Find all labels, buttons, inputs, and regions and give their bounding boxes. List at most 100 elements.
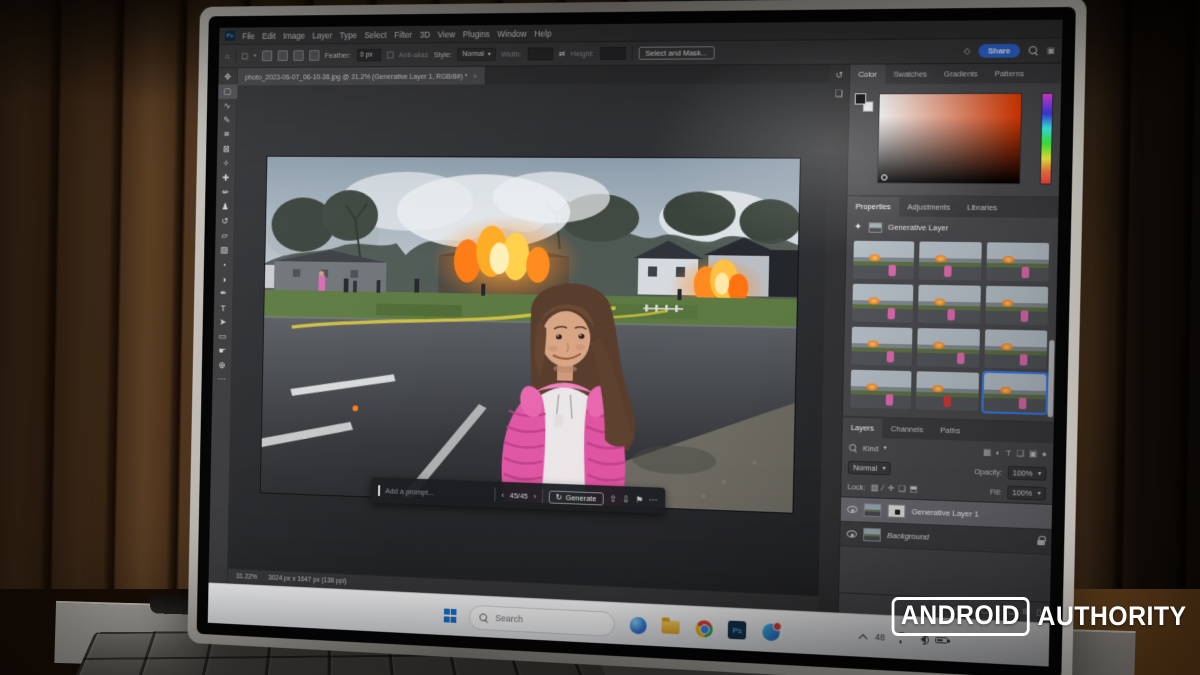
new-selection-icon[interactable] — [262, 50, 272, 61]
intersect-selection-icon[interactable] — [309, 50, 319, 61]
edge-icon[interactable] — [761, 621, 782, 642]
layer-filter-icon[interactable]: ● — [1042, 449, 1047, 459]
canvas-area[interactable]: Add a prompt... ‹ 45/45 › ↻ Generate — [228, 83, 829, 595]
panel-tab[interactable]: Color — [850, 64, 885, 84]
tool-icon[interactable]: T — [213, 300, 232, 315]
tool-icon[interactable]: ✏ — [216, 185, 235, 200]
menu-item[interactable]: Filter — [394, 29, 412, 39]
variation-thumbnail[interactable] — [919, 241, 981, 280]
lock-icon[interactable]: ▨ — [871, 483, 879, 492]
menu-item[interactable]: Type — [340, 30, 357, 40]
windows-start-icon[interactable] — [444, 609, 457, 623]
menu-item[interactable]: File — [242, 31, 255, 41]
lock-icon[interactable]: ❑ — [898, 484, 905, 494]
menu-item[interactable]: Window — [497, 28, 526, 38]
tool-icon[interactable]: ☛ — [213, 344, 232, 359]
variation-thumbnail[interactable] — [851, 327, 913, 366]
visibility-eye-icon[interactable] — [847, 530, 858, 538]
chrome-icon[interactable] — [694, 618, 715, 639]
tool-icon[interactable]: ↺ — [215, 214, 234, 229]
thumbs-down-icon[interactable]: ⇩ — [622, 494, 629, 505]
lock-icon[interactable]: ✛ — [888, 484, 895, 493]
panel-tab[interactable]: Patterns — [986, 64, 1033, 84]
dock-panel-icon[interactable]: ↺ — [835, 70, 843, 81]
copilot-icon[interactable] — [628, 615, 648, 636]
panel-tab[interactable]: Layers — [842, 418, 882, 439]
variation-thumbnail[interactable] — [852, 284, 914, 323]
fill-select[interactable]: 100% ▾ — [1007, 486, 1046, 501]
variation-thumbnail[interactable] — [916, 371, 978, 411]
flag-icon[interactable]: ⚑ — [635, 494, 643, 505]
variation-thumbnail[interactable] — [985, 286, 1048, 326]
search-icon[interactable] — [1028, 46, 1038, 55]
tool-icon[interactable]: ✎ — [217, 113, 236, 127]
menu-item[interactable]: Help — [534, 28, 551, 38]
layer-thumbnail[interactable] — [863, 528, 881, 542]
tool-icon[interactable]: ➤ — [213, 315, 232, 330]
add-selection-icon[interactable] — [277, 50, 287, 61]
feather-input[interactable]: 0 px — [356, 49, 381, 62]
prompt-input[interactable]: Add a prompt... — [385, 486, 434, 497]
taskbar-search[interactable]: Search — [469, 604, 616, 636]
next-variation-icon[interactable]: › — [534, 491, 537, 500]
panel-tab[interactable]: Channels — [882, 419, 932, 440]
battery-icon[interactable] — [935, 637, 948, 644]
panel-tab[interactable]: Paths — [932, 420, 969, 441]
tech-preview-icon[interactable]: ◇ — [964, 46, 970, 55]
anti-alias-checkbox[interactable] — [386, 52, 393, 59]
panel-tab[interactable]: Gradients — [935, 64, 986, 84]
panel-tab[interactable]: Adjustments — [899, 197, 959, 217]
volume-icon[interactable] — [916, 635, 926, 644]
variation-thumbnail[interactable] — [983, 373, 1046, 413]
file-explorer-icon[interactable] — [661, 616, 681, 637]
foreground-background-swatches[interactable] — [855, 93, 874, 111]
menu-item[interactable]: Select — [364, 30, 386, 40]
tool-icon[interactable]: ⊠ — [217, 142, 236, 156]
tool-icon[interactable]: ✧ — [216, 157, 235, 172]
tool-preset-icon[interactable]: ▢ — [241, 52, 248, 61]
scrollbar[interactable] — [1048, 340, 1055, 417]
panel-tab[interactable]: Libraries — [958, 197, 1006, 217]
workspace-icon[interactable]: ▣ — [1047, 46, 1055, 55]
variation-thumbnail[interactable] — [918, 285, 980, 324]
chevron-down-icon[interactable]: ▾ — [883, 445, 886, 451]
select-and-mask-button[interactable]: Select and Mask... — [638, 46, 714, 60]
lock-icon[interactable]: ⬒ — [910, 484, 918, 494]
tool-icon[interactable]: ▱ — [215, 229, 234, 244]
menu-item[interactable]: 3D — [420, 29, 431, 39]
previous-variation-icon[interactable]: ‹ — [501, 490, 504, 499]
lock-icon[interactable]: ∕ — [882, 483, 884, 492]
tool-icon[interactable]: ✒ — [214, 286, 233, 301]
subtract-selection-icon[interactable] — [293, 50, 303, 61]
thumbs-up-icon[interactable]: ⇧ — [609, 493, 616, 504]
close-icon[interactable]: × — [473, 71, 477, 80]
layer-filter-icon[interactable]: T — [1006, 448, 1011, 458]
menu-item[interactable]: Image — [283, 30, 305, 40]
width-input[interactable] — [527, 47, 553, 60]
tool-icon[interactable]: ◑ — [214, 272, 233, 287]
panel-tab[interactable]: Properties — [847, 197, 899, 217]
variation-thumbnail[interactable] — [986, 242, 1049, 281]
variation-thumbnail[interactable] — [984, 329, 1047, 369]
style-select[interactable]: Normal▾ — [457, 48, 495, 61]
layer-filter-icon[interactable]: ▣ — [1029, 448, 1037, 458]
menu-item[interactable]: Edit — [262, 31, 276, 41]
menu-item[interactable]: Plugins — [463, 29, 490, 39]
menu-item[interactable]: Layer — [312, 30, 332, 40]
hue-slider[interactable] — [1040, 93, 1054, 185]
tool-icon[interactable]: ◔ — [214, 257, 233, 272]
tool-icon[interactable]: ✚ — [216, 171, 235, 186]
zoom-level[interactable]: 31.22% — [236, 573, 257, 581]
tool-icon[interactable]: ∿ — [217, 99, 236, 113]
tool-icon[interactable]: ⊕ — [212, 358, 231, 373]
opacity-select[interactable]: 100% ▾ — [1007, 466, 1046, 481]
more-options-icon[interactable]: ⋯ — [649, 495, 658, 506]
tool-icon[interactable]: ▭ — [213, 329, 232, 344]
tool-icon[interactable]: ♟ — [215, 200, 234, 215]
variation-thumbnail[interactable] — [853, 241, 915, 280]
variation-thumbnail[interactable] — [850, 370, 912, 410]
tool-icon[interactable]: ▨ — [215, 243, 234, 258]
layer-thumbnail[interactable] — [864, 503, 882, 517]
menu-item[interactable]: View — [438, 29, 456, 39]
height-input[interactable] — [600, 47, 626, 60]
